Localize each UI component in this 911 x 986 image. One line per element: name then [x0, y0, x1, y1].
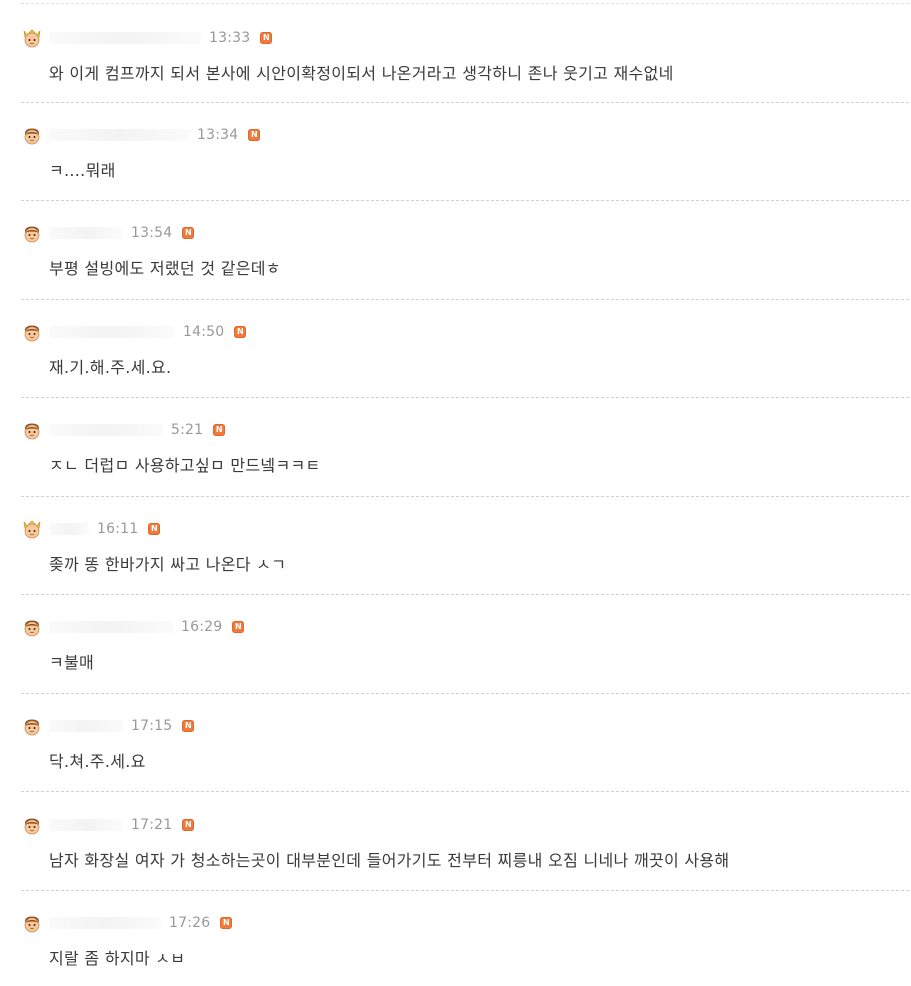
comment-text: 지랄 좀 하지마 ㅅㅂ — [49, 949, 186, 968]
nickname-redacted[interactable] — [49, 32, 201, 44]
comment-header: 13:34 N — [21, 124, 261, 146]
user-avatar-icon[interactable] — [21, 912, 43, 934]
new-badge-icon: N — [232, 621, 245, 633]
comment-item: 13:54 N 부평 설빙에도 저랬던 것 같은데ㅎ — [0, 198, 911, 296]
comment-item: 17:26 N 지랄 좀 하지마 ㅅㅂ — [0, 888, 911, 986]
comment-item: 17:21 N 남자 화장실 여자 가 청소하는곳이 대부분인데 들어가기도 전부터… — [0, 790, 911, 888]
comment-time: 5:21 — [171, 422, 204, 438]
user-avatar-icon[interactable] — [21, 419, 43, 441]
comment-item: 16:29 N ㅋ불매 — [0, 592, 911, 690]
comment-time: 17:26 — [169, 915, 211, 931]
comment-item: 13:33 N 와 이게 컴프까지 되서 본사에 시안이확정이되서 나온거라고 생각… — [0, 2, 911, 100]
new-badge-icon: N — [260, 32, 273, 44]
nickname-redacted[interactable] — [49, 621, 173, 633]
comment-text: 남자 화장실 여자 가 청소하는곳이 대부분인데 들어가기도 전부터 찌릉내 오… — [49, 851, 730, 870]
comment-time: 13:34 — [197, 127, 239, 143]
comment-text: 부평 설빙에도 저랬던 것 같은데ㅎ — [49, 259, 281, 278]
comment-time: 13:54 — [131, 225, 173, 241]
comment-time: 13:33 — [209, 30, 251, 46]
comment-header: 13:54 N — [21, 222, 195, 244]
nickname-redacted[interactable] — [49, 523, 89, 535]
nickname-redacted[interactable] — [49, 227, 123, 239]
comment-text: 재.기.해.주.세.요. — [49, 358, 172, 377]
comment-time: 17:21 — [131, 817, 173, 833]
comment-list: 13:33 N 와 이게 컴프까지 되서 본사에 시안이확정이되서 나온거라고 생각… — [0, 0, 911, 977]
comment-time: 16:11 — [97, 521, 139, 537]
new-badge-icon: N — [182, 819, 195, 831]
user-avatar-icon[interactable] — [21, 321, 43, 343]
user-avatar-icon[interactable] — [21, 715, 43, 737]
nickname-redacted[interactable] — [49, 720, 123, 732]
comment-text: ㅈㄴ 더럽ㅁ 사용하고싶ㅁ 만드넼ㅋㅋㅌ — [49, 456, 321, 475]
comment-header: 17:26 N — [21, 912, 233, 934]
nickname-redacted[interactable] — [49, 917, 161, 929]
new-badge-icon: N — [234, 326, 247, 338]
comment-text: 와 이게 컴프까지 되서 본사에 시안이확정이되서 나온거라고 생각하니 존나 … — [49, 64, 674, 83]
nickname-redacted[interactable] — [49, 129, 189, 141]
comment-time: 17:15 — [131, 718, 173, 734]
nickname-redacted[interactable] — [49, 424, 163, 436]
comment-text: ㅋ불매 — [49, 653, 95, 672]
user-avatar-icon[interactable] — [21, 124, 43, 146]
new-badge-icon: N — [182, 720, 195, 732]
comment-header: 17:21 N — [21, 814, 195, 836]
comment-item: 13:34 N ㅋ....뭐래 — [0, 100, 911, 198]
new-badge-icon: N — [182, 227, 195, 239]
crown-avatar-icon[interactable] — [21, 518, 43, 540]
new-badge-icon: N — [213, 424, 226, 436]
user-avatar-icon[interactable] — [21, 814, 43, 836]
crown-avatar-icon[interactable] — [21, 27, 43, 49]
comment-header: 14:50 N — [21, 321, 247, 343]
comment-time: 16:29 — [181, 619, 223, 635]
comment-time: 14:50 — [183, 324, 225, 340]
comment-header: 5:21 N — [21, 419, 226, 441]
nickname-redacted[interactable] — [49, 819, 123, 831]
comment-item: 14:50 N 재.기.해.주.세.요. — [0, 297, 911, 395]
comment-item: 17:15 N 닥.쳐.주.세.요 — [0, 691, 911, 789]
user-avatar-icon[interactable] — [21, 616, 43, 638]
comment-header: 16:29 N — [21, 616, 245, 638]
comment-header: 17:15 N — [21, 715, 195, 737]
comment-item: 5:21 N ㅈㄴ 더럽ㅁ 사용하고싶ㅁ 만드넼ㅋㅋㅌ — [0, 395, 911, 493]
comment-text: 닥.쳐.주.세.요 — [49, 752, 146, 771]
new-badge-icon: N — [148, 523, 161, 535]
comment-header: 16:11 N — [21, 518, 161, 540]
nickname-redacted[interactable] — [49, 326, 175, 338]
comment-text: ㅋ....뭐래 — [49, 161, 116, 180]
new-badge-icon: N — [248, 129, 261, 141]
comment-item: 16:11 N 좆까 똥 한바가지 싸고 나온다 ㅅㄱ — [0, 494, 911, 592]
user-avatar-icon[interactable] — [21, 222, 43, 244]
comment-text: 좆까 똥 한바가지 싸고 나온다 ㅅㄱ — [49, 555, 287, 574]
comment-header: 13:33 N — [21, 27, 273, 49]
new-badge-icon: N — [220, 917, 233, 929]
